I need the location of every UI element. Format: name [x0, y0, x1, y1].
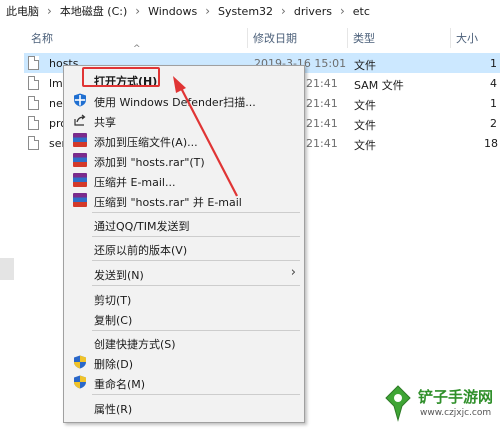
- watermark-logo: 铲子手游网 www.czjxjc.com: [380, 382, 498, 426]
- file-type: 文件: [354, 59, 376, 72]
- column-header-type[interactable]: 类型: [353, 30, 375, 46]
- breadcrumb-this-pc[interactable]: 此电脑: [0, 3, 42, 19]
- menu-item-delete[interactable]: 删除(D): [64, 352, 304, 372]
- chevron-right-icon[interactable]: ›: [276, 4, 291, 18]
- uac-shield-icon: [74, 375, 86, 389]
- chevron-right-icon[interactable]: ›: [130, 4, 145, 18]
- menu-item-defender-scan[interactable]: 使用 Windows Defender扫描...: [64, 90, 304, 110]
- file-size: 2: [490, 117, 497, 130]
- menu-item-label: 重命名(M): [94, 378, 146, 391]
- menu-item-compress-email[interactable]: 压缩并 E-mail...: [64, 170, 304, 190]
- menu-item-label: 发送到(N): [94, 269, 144, 282]
- file-date: 21:41: [306, 117, 338, 130]
- column-header-bar: 名称 ^ 修改日期 类型 大小: [0, 22, 500, 54]
- file-icon: [28, 56, 39, 70]
- menu-item-label: 剪切(T): [94, 294, 132, 307]
- file-date: 21:41: [306, 77, 338, 90]
- breadcrumb-local-disk[interactable]: 本地磁盘 (C:): [57, 3, 130, 19]
- menu-item-add-to-archive[interactable]: 添加到压缩文件(A)...: [64, 130, 304, 150]
- chevron-right-icon[interactable]: ›: [335, 4, 350, 18]
- menu-item-add-to-hosts-rar[interactable]: 添加到 "hosts.rar"(T): [64, 150, 304, 170]
- menu-item-restore-versions[interactable]: 还原以前的版本(V): [64, 238, 304, 258]
- file-date: 21:41: [306, 97, 338, 110]
- menu-item-create-shortcut[interactable]: 创建快捷方式(S): [64, 332, 304, 352]
- menu-separator: [92, 330, 300, 331]
- menu-item-label: 通过QQ/TIM发送到: [94, 220, 190, 233]
- menu-separator: [92, 212, 300, 213]
- menu-item-send-to[interactable]: 发送到(N) ›: [64, 263, 304, 283]
- watermark-brand: 铲子手游网: [418, 388, 494, 406]
- file-type: SAM 文件: [354, 79, 404, 92]
- menu-item-label: 复制(C): [94, 314, 133, 327]
- menu-item-rename[interactable]: 重命名(M): [64, 372, 304, 392]
- menu-item-label: 压缩到 "hosts.rar" 并 E-mail: [94, 196, 242, 209]
- uac-shield-icon: [74, 355, 86, 369]
- file-size: 1: [490, 57, 497, 70]
- winrar-icon: [73, 173, 87, 187]
- winrar-icon: [73, 153, 87, 167]
- breadcrumb-windows[interactable]: Windows: [145, 5, 200, 18]
- column-header-name[interactable]: 名称: [31, 30, 53, 46]
- file-icon: [28, 116, 39, 130]
- file-icon: [28, 96, 39, 110]
- file-icon: [28, 76, 39, 90]
- menu-item-properties[interactable]: 属性(R): [64, 397, 304, 417]
- chevron-right-icon[interactable]: ›: [200, 4, 215, 18]
- file-date: 21:41: [306, 137, 338, 150]
- breadcrumb-drivers[interactable]: drivers: [291, 5, 335, 18]
- menu-separator: [92, 260, 300, 261]
- column-header-size[interactable]: 大小: [456, 30, 478, 46]
- file-size: 1: [490, 97, 497, 110]
- highlight-box: [82, 67, 160, 87]
- chevron-right-icon: ›: [290, 265, 296, 280]
- shovel-logo-icon: [385, 385, 411, 422]
- file-type: 文件: [354, 139, 376, 152]
- file-type: 文件: [354, 119, 376, 132]
- file-icon: [28, 136, 39, 150]
- menu-item-label: 删除(D): [94, 358, 134, 371]
- menu-separator: [92, 285, 300, 286]
- windows-defender-icon: [74, 93, 86, 107]
- menu-item-label: 添加到压缩文件(A)...: [94, 136, 198, 149]
- share-icon: [74, 114, 86, 126]
- menu-item-compress-rar-email[interactable]: 压缩到 "hosts.rar" 并 E-mail: [64, 190, 304, 210]
- menu-item-label: 使用 Windows Defender扫描...: [94, 96, 256, 109]
- menu-item-label: 属性(R): [94, 403, 133, 416]
- menu-item-copy[interactable]: 复制(C): [64, 308, 304, 328]
- watermark-url: www.czjxjc.com: [420, 408, 492, 418]
- winrar-icon: [73, 133, 87, 147]
- menu-item-label: 创建快捷方式(S): [94, 338, 176, 351]
- menu-item-label: 共享: [94, 116, 116, 129]
- column-header-date[interactable]: 修改日期: [253, 30, 297, 46]
- menu-separator: [92, 394, 300, 395]
- menu-item-label: 还原以前的版本(V): [94, 244, 188, 257]
- menu-item-label: 压缩并 E-mail...: [94, 176, 176, 189]
- menu-item-qq-send[interactable]: 通过QQ/TIM发送到: [64, 214, 304, 234]
- breadcrumb-etc[interactable]: etc: [350, 5, 373, 18]
- context-menu: 打开方式(H) 使用 Windows Defender扫描... 共享 添加到压…: [63, 65, 305, 423]
- breadcrumb-system32[interactable]: System32: [215, 5, 276, 18]
- file-size: 18: [484, 137, 498, 150]
- menu-item-label: 添加到 "hosts.rar"(T): [94, 156, 205, 169]
- winrar-icon: [73, 193, 87, 207]
- navigation-pane-edge: [0, 258, 14, 280]
- chevron-right-icon[interactable]: ›: [42, 4, 57, 18]
- menu-separator: [92, 236, 300, 237]
- file-size: 4: [490, 77, 497, 90]
- menu-item-share[interactable]: 共享: [64, 110, 304, 130]
- file-type: 文件: [354, 99, 376, 112]
- column-divider[interactable]: [347, 28, 348, 48]
- menu-item-cut[interactable]: 剪切(T): [64, 288, 304, 308]
- column-divider[interactable]: [247, 28, 248, 48]
- breadcrumb: 此电脑 › 本地磁盘 (C:) › Windows › System32 › d…: [0, 0, 500, 23]
- column-divider[interactable]: [450, 28, 451, 48]
